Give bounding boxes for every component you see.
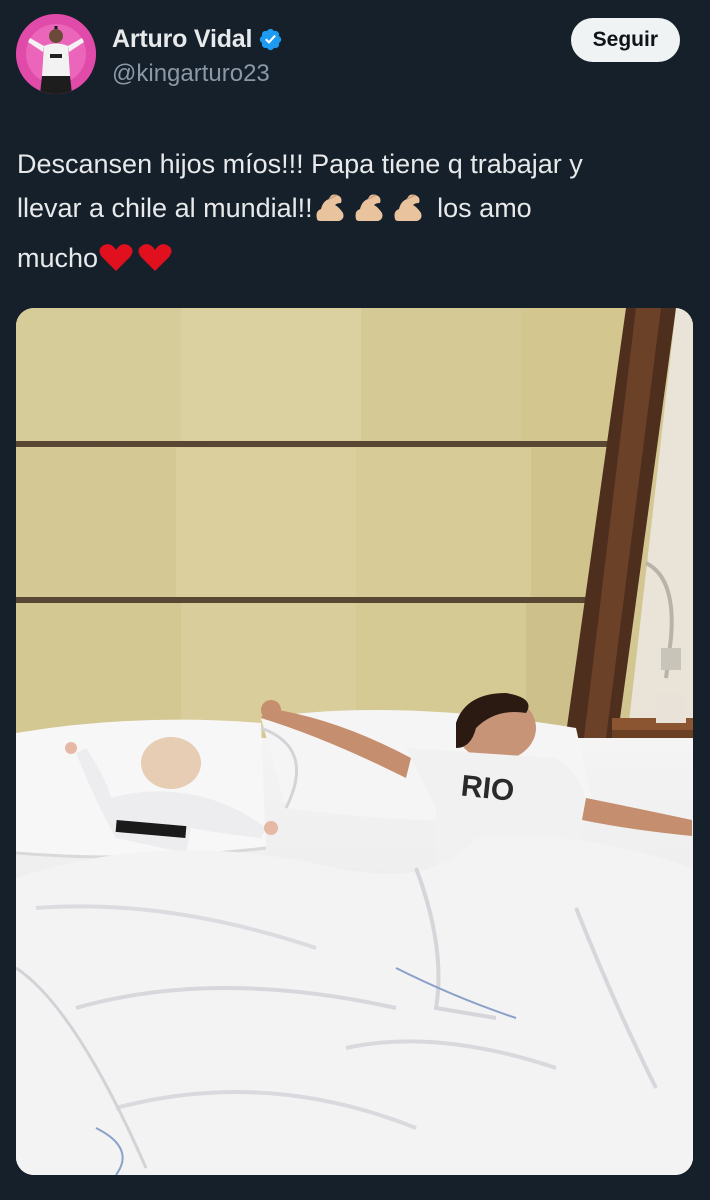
photo-kids-sleeping-in-bed: RIO — [16, 308, 693, 1175]
author-names: Arturo Vidal @kingarturo23 — [112, 24, 283, 88]
tweet-text-line3: mucho — [17, 243, 99, 273]
flexed-biceps-icon — [352, 191, 388, 236]
flexed-biceps-icon — [313, 191, 349, 236]
author-handle[interactable]: @kingarturo23 — [112, 60, 283, 88]
red-heart-icon — [137, 241, 173, 286]
red-heart-icon — [98, 241, 134, 286]
author-avatar[interactable] — [16, 14, 96, 94]
tweet-text-line2-end: los amo — [429, 193, 532, 223]
svg-text:RIO: RIO — [459, 769, 516, 807]
flexed-biceps-icon — [391, 191, 427, 236]
verified-badge-icon — [258, 27, 283, 52]
tweet-text: Descansen hijos míos!!! Papa tiene q tra… — [17, 142, 687, 286]
author-display-name[interactable]: Arturo Vidal — [112, 25, 252, 54]
tweet-text-line2-start: llevar a chile al mundial!! — [17, 193, 313, 223]
tweet-card: Arturo Vidal @kingarturo23 Seguir Descan… — [0, 0, 710, 1200]
profile-photo-icon — [16, 14, 96, 94]
tweet-text-line1: Descansen hijos míos!!! Papa tiene q tra… — [17, 149, 583, 179]
tweet-photo[interactable]: RIO — [16, 308, 693, 1175]
display-name-row: Arturo Vidal — [112, 24, 283, 54]
follow-button[interactable]: Seguir — [570, 18, 680, 62]
tweet-header: Arturo Vidal @kingarturo23 Seguir — [16, 14, 680, 98]
